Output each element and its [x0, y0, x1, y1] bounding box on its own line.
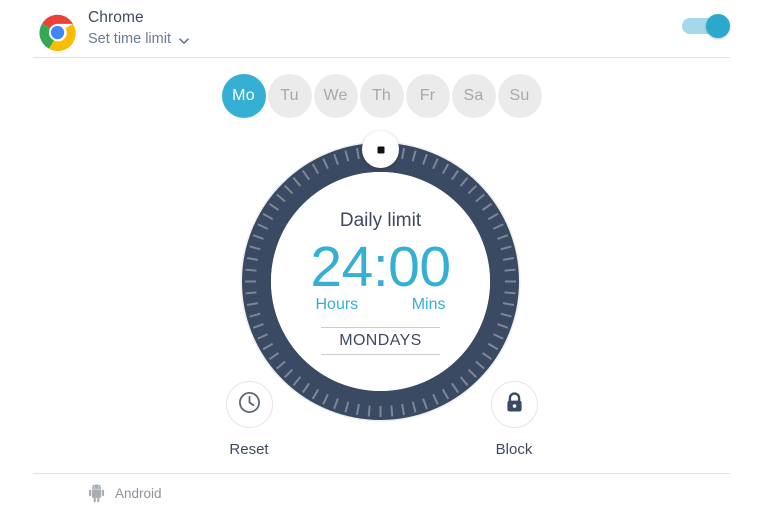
toggle-knob [706, 14, 730, 38]
day-button-tu[interactable]: Tu [267, 74, 312, 118]
dial-knob[interactable] [362, 131, 399, 168]
dial-graphic [240, 141, 521, 422]
platform-footer: Android [88, 484, 162, 503]
day-label: Su [509, 87, 530, 104]
day-button-mo[interactable]: Mo [221, 74, 266, 118]
day-button-sa[interactable]: Sa [451, 74, 496, 118]
reset-button-label: Reset [229, 441, 269, 458]
lock-icon [502, 390, 527, 420]
chrome-logo-icon [39, 14, 76, 51]
day-button-we[interactable]: We [313, 74, 358, 118]
block-button-circle[interactable] [490, 381, 538, 428]
day-label: Th [371, 87, 392, 104]
header-divider [33, 57, 730, 58]
day-label: We [323, 87, 348, 104]
chevron-down-icon [178, 35, 190, 47]
app-title-group: Chrome Set time limit [88, 8, 190, 49]
reset-button-circle[interactable] [225, 381, 273, 428]
app-header: Chrome Set time limit [0, 0, 763, 57]
day-label: Tu [280, 87, 299, 104]
block-button-label: Block [495, 441, 533, 458]
block-button[interactable]: Block [470, 381, 558, 458]
reset-button[interactable]: Reset [205, 381, 293, 458]
day-label: Fr [419, 87, 436, 104]
day-button-su[interactable]: Su [497, 74, 542, 118]
set-time-limit-dropdown[interactable]: Set time limit [88, 30, 190, 49]
day-label: Sa [463, 87, 484, 104]
footer-divider [33, 473, 730, 474]
app-name: Chrome [88, 9, 144, 26]
day-button-fr[interactable]: Fr [405, 74, 450, 118]
set-time-limit-label: Set time limit [88, 31, 171, 47]
day-button-th[interactable]: Th [359, 74, 404, 118]
day-label: Mo [232, 87, 255, 104]
time-limit-toggle[interactable] [682, 14, 730, 38]
clock-icon [237, 390, 262, 420]
day-selector: Mo Tu We Th Fr Sa Su [0, 74, 763, 118]
time-limit-dial[interactable]: Daily limit 24:00 Hours Mins MONDAYS [240, 131, 521, 422]
android-icon [88, 484, 105, 503]
platform-label: Android [115, 486, 162, 501]
